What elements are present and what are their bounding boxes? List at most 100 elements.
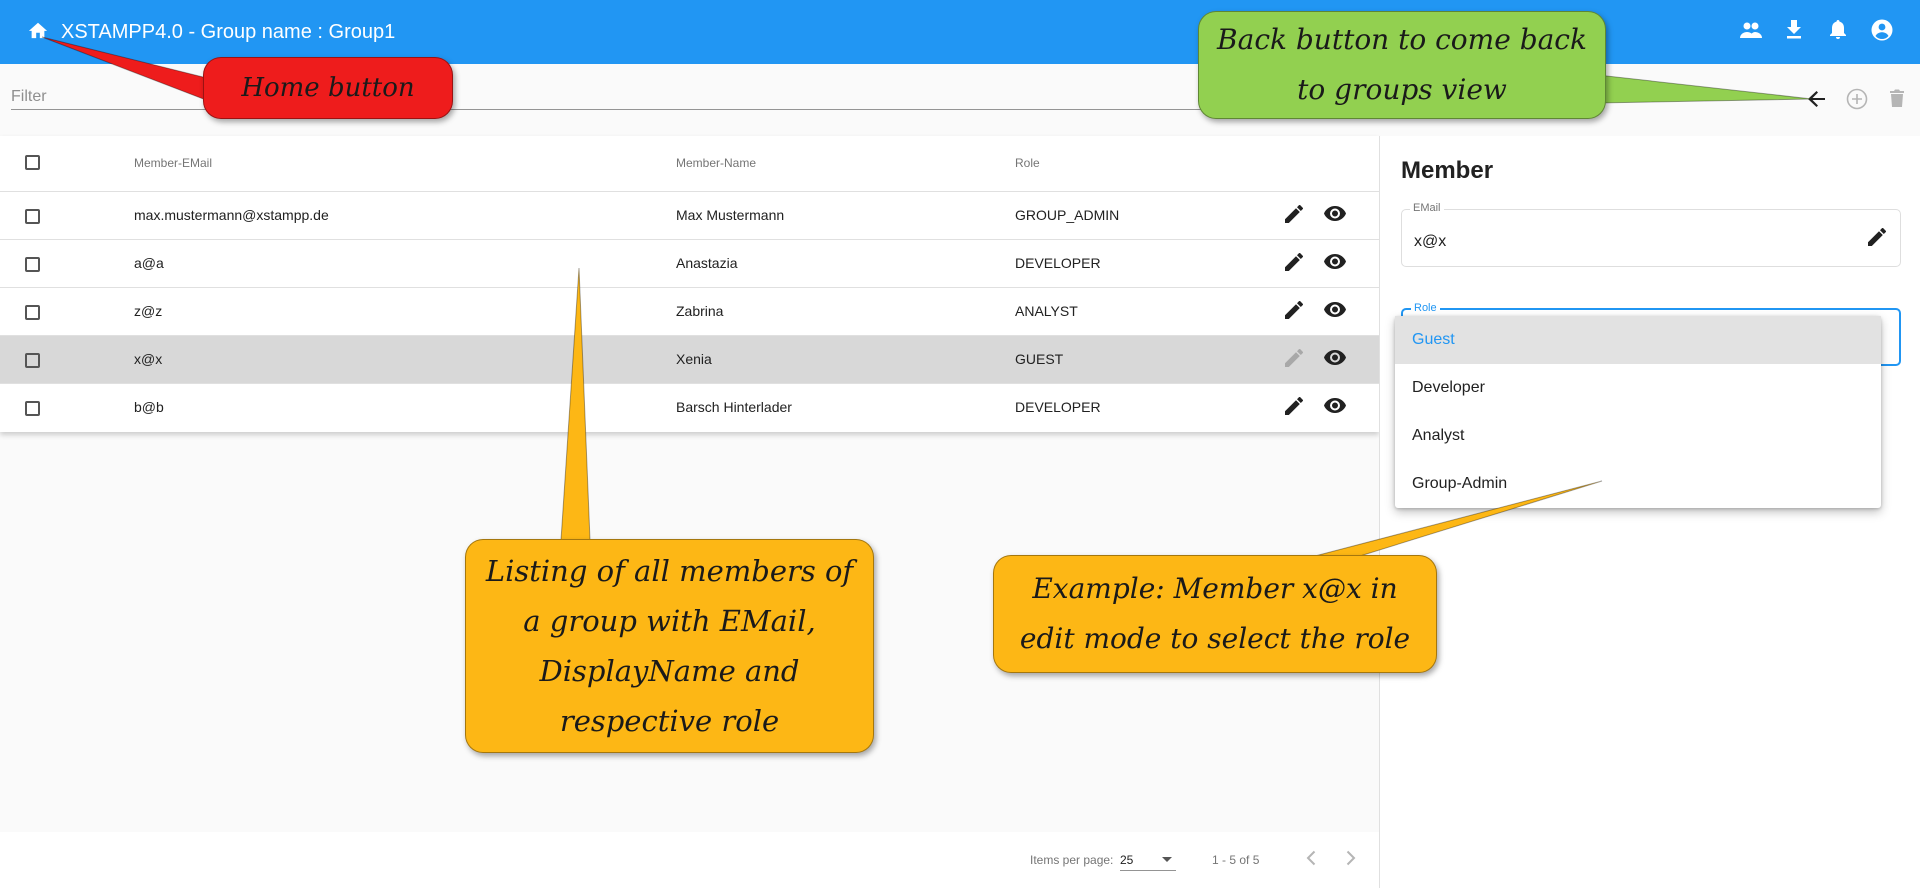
app-toolbar: XSTAMPP4.0 - Group name : Group1 [0,0,1920,64]
member-role: DEVELOPER [1015,399,1101,415]
eye-icon [1324,206,1346,226]
row-checkbox[interactable] [25,257,40,272]
pencil-icon [1285,252,1303,276]
view-button[interactable] [1322,347,1348,373]
option-label: Guest [1412,331,1455,348]
annotation-example: Example: Member x@x in edit mode to sele… [993,555,1437,673]
member-name: Barsch Hinterlader [676,399,792,415]
trash-icon [1889,89,1905,113]
view-button[interactable] [1322,299,1348,325]
edit-button[interactable] [1281,395,1307,421]
back-button[interactable] [1802,86,1832,116]
table-row[interactable]: max.mustermann@xstampp.de Max Mustermann… [0,192,1379,240]
filter-input[interactable] [11,84,1201,110]
role-option-guest[interactable]: Guest [1395,316,1881,364]
column-header-role[interactable]: Role [1015,156,1040,170]
paginator: Items per page: 25 1 - 5 of 5 [0,832,1379,888]
table-row[interactable]: z@z Zabrina ANALYST [0,288,1379,336]
row-checkbox[interactable] [25,305,40,320]
eye-icon [1324,398,1346,418]
app-title: XSTAMPP4.0 - Group name : Group1 [61,21,396,43]
member-email: a@a [134,255,164,271]
panel-title: Member [1401,157,1494,184]
next-page-button[interactable] [1336,845,1366,875]
caret-down-icon [1162,857,1172,862]
add-circle-icon [1846,88,1868,115]
table-header: Member-EMail Member-Name Role [0,136,1379,192]
member-name: Xenia [676,351,712,367]
column-header-name[interactable]: Member-Name [676,156,756,170]
role-option-group-admin[interactable]: Group-Admin [1395,460,1881,508]
role-dropdown: Guest Developer Analyst Group-Admin [1395,316,1881,508]
pencil-icon [1285,348,1303,372]
members-table: Member-EMail Member-Name Role max.muster… [0,136,1379,432]
groups-button[interactable] [1737,18,1765,46]
pencil-icon [1285,396,1303,420]
option-label: Analyst [1412,427,1465,444]
previous-page-button[interactable] [1296,845,1326,875]
annotation-back: Back button to come back to groups view [1198,11,1606,119]
download-button[interactable] [1780,18,1808,46]
arrow-back-icon [1808,90,1826,112]
notifications-button[interactable] [1824,18,1852,46]
edit-button[interactable] [1281,299,1307,325]
page-range: 1 - 5 of 5 [1212,853,1260,867]
member-name: Max Mustermann [676,207,785,223]
annotation-home: Home button [203,57,453,119]
role-option-analyst[interactable]: Analyst [1395,412,1881,460]
member-role: GROUP_ADMIN [1015,207,1120,223]
eye-icon [1324,254,1346,274]
home-button[interactable] [22,17,54,47]
member-role: DEVELOPER [1015,255,1101,271]
eye-icon [1324,350,1346,370]
row-checkbox[interactable] [25,353,40,368]
pencil-icon [1868,227,1886,251]
chevron-right-icon [1346,850,1356,871]
row-checkbox[interactable] [25,401,40,416]
option-label: Group-Admin [1412,475,1508,492]
home-icon [27,20,49,45]
pencil-icon [1285,300,1303,324]
member-name: Anastazia [676,255,738,271]
edit-button[interactable] [1281,203,1307,229]
items-per-page-value: 25 [1120,853,1134,867]
option-label: Developer [1412,379,1485,396]
view-button[interactable] [1322,395,1348,421]
member-role: GUEST [1015,351,1064,367]
role-option-developer[interactable]: Developer [1395,364,1881,412]
add-member-button[interactable] [1842,86,1872,116]
member-email: z@z [134,303,163,319]
member-role: ANALYST [1015,303,1078,319]
group-icon [1739,21,1763,44]
delete-member-button[interactable] [1882,86,1912,116]
chevron-left-icon [1306,850,1316,871]
edit-button-disabled [1281,347,1307,373]
member-panel: Member EMail x@x Role [1379,136,1920,888]
view-button[interactable] [1322,251,1348,277]
row-checkbox[interactable] [25,209,40,224]
table-row-selected[interactable]: x@x Xenia GUEST [0,336,1379,384]
email-field-label: EMail [1410,202,1444,214]
eye-icon [1324,302,1346,322]
items-per-page-label: Items per page: [1030,853,1114,867]
pencil-icon [1285,204,1303,228]
member-email: max.mustermann@xstampp.de [134,207,329,223]
email-field[interactable]: EMail x@x [1401,202,1901,267]
bell-icon [1829,19,1847,45]
member-name: Zabrina [676,303,724,319]
account-button[interactable] [1868,18,1896,46]
email-field-value: x@x [1414,233,1447,250]
download-icon [1786,19,1802,45]
member-email: b@b [134,399,164,415]
annotation-listing: Listing of all members of a group with E… [465,539,874,753]
items-per-page-select[interactable]: 25 [1120,847,1176,871]
account-icon [1871,19,1893,46]
edit-button[interactable] [1281,251,1307,277]
column-header-email[interactable]: Member-EMail [134,156,212,170]
table-row[interactable]: a@a Anastazia DEVELOPER [0,240,1379,288]
select-all-checkbox[interactable] [25,155,40,170]
table-row[interactable]: b@b Barsch Hinterlader DEVELOPER [0,384,1379,432]
email-edit-button[interactable] [1864,226,1890,252]
view-button[interactable] [1322,203,1348,229]
role-field-label: Role [1411,302,1440,314]
